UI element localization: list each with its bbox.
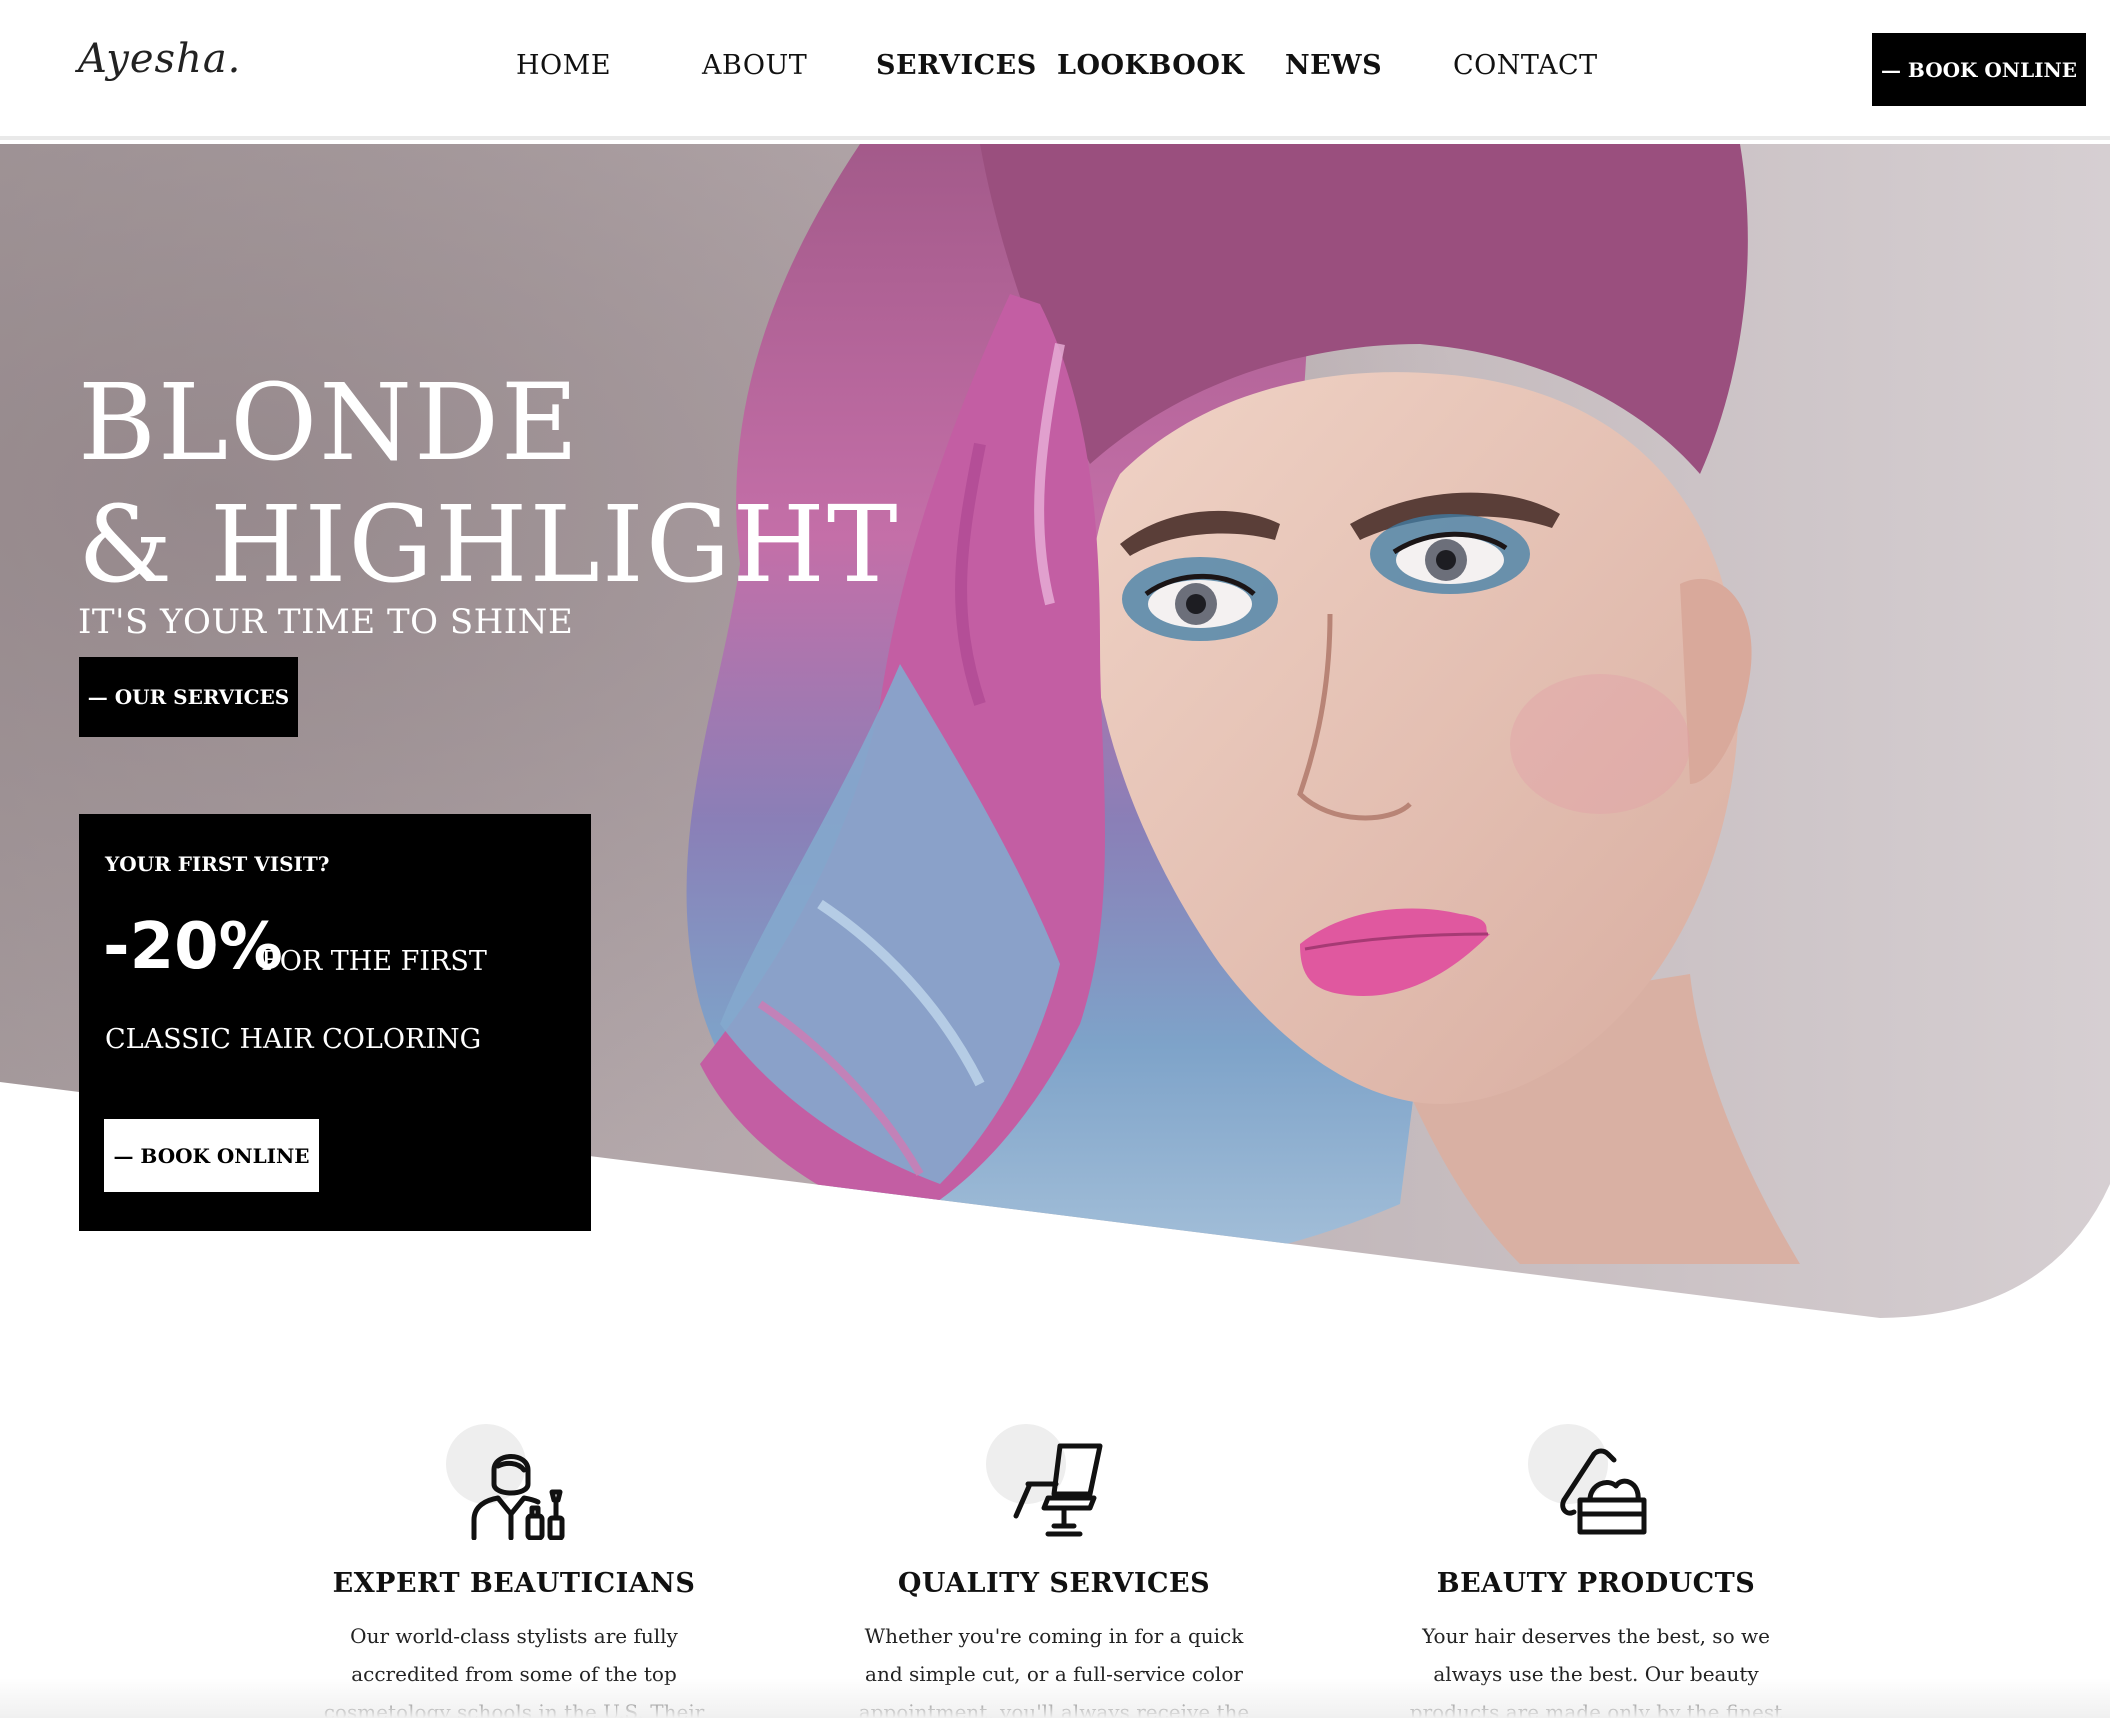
hero-title-line2: & HIGHLIGHT bbox=[78, 483, 900, 606]
feature-title: EXPERT BEAUTICIANS bbox=[332, 1568, 696, 1599]
hero-title: BLONDE & HIGHLIGHT bbox=[78, 362, 900, 606]
nav-about[interactable]: ABOUT bbox=[702, 50, 807, 81]
feature-title: QUALITY SERVICES bbox=[897, 1568, 1211, 1599]
site-header: Ayesha. HOME ABOUT SERVICES LOOKBOOK NEW… bbox=[0, 0, 2110, 140]
nav-lookbook[interactable]: LOOKBOOK bbox=[1057, 50, 1244, 81]
feature-expert-beauticians: EXPERT BEAUTICIANS Our world-class styli… bbox=[284, 1420, 744, 1718]
salon-chair-icon bbox=[986, 1420, 1114, 1540]
promo-discount: -20% bbox=[103, 910, 283, 984]
feature-beauty-products: BEAUTY PRODUCTS Your hair deserves the b… bbox=[1366, 1420, 1826, 1718]
hero-subtitle: IT'S YOUR TIME TO SHINE bbox=[78, 602, 574, 642]
brand-logo[interactable]: Ayesha. bbox=[78, 36, 241, 82]
nav-services[interactable]: SERVICES bbox=[876, 50, 1037, 81]
our-services-button[interactable]: — OUR SERVICES bbox=[79, 657, 298, 737]
book-online-button[interactable]: — BOOK ONLINE bbox=[1872, 33, 2086, 106]
feature-title: BEAUTY PRODUCTS bbox=[1436, 1568, 1756, 1599]
promo-service: CLASSIC HAIR COLORING bbox=[105, 1024, 482, 1055]
nav-home[interactable]: HOME bbox=[516, 50, 611, 81]
beautician-icon bbox=[446, 1420, 574, 1540]
hero-title-line1: BLONDE bbox=[78, 361, 581, 484]
scroll-fade bbox=[0, 1678, 2110, 1718]
promo-discount-text: FOR THE FIRST bbox=[261, 946, 487, 977]
feature-quality-services: QUALITY SERVICES Whether you're coming i… bbox=[824, 1420, 1284, 1718]
beauty-products-icon bbox=[1528, 1420, 1656, 1540]
promo-book-online-button[interactable]: — BOOK ONLINE bbox=[104, 1119, 319, 1192]
promo-question: YOUR FIRST VISIT? bbox=[105, 852, 330, 876]
hero-section: BLONDE & HIGHLIGHT IT'S YOUR TIME TO SHI… bbox=[0, 144, 2110, 1320]
nav-news[interactable]: NEWS bbox=[1285, 50, 1382, 81]
nav-contact[interactable]: CONTACT bbox=[1453, 50, 1598, 81]
first-visit-promo: YOUR FIRST VISIT? -20% FOR THE FIRST CLA… bbox=[79, 814, 591, 1231]
